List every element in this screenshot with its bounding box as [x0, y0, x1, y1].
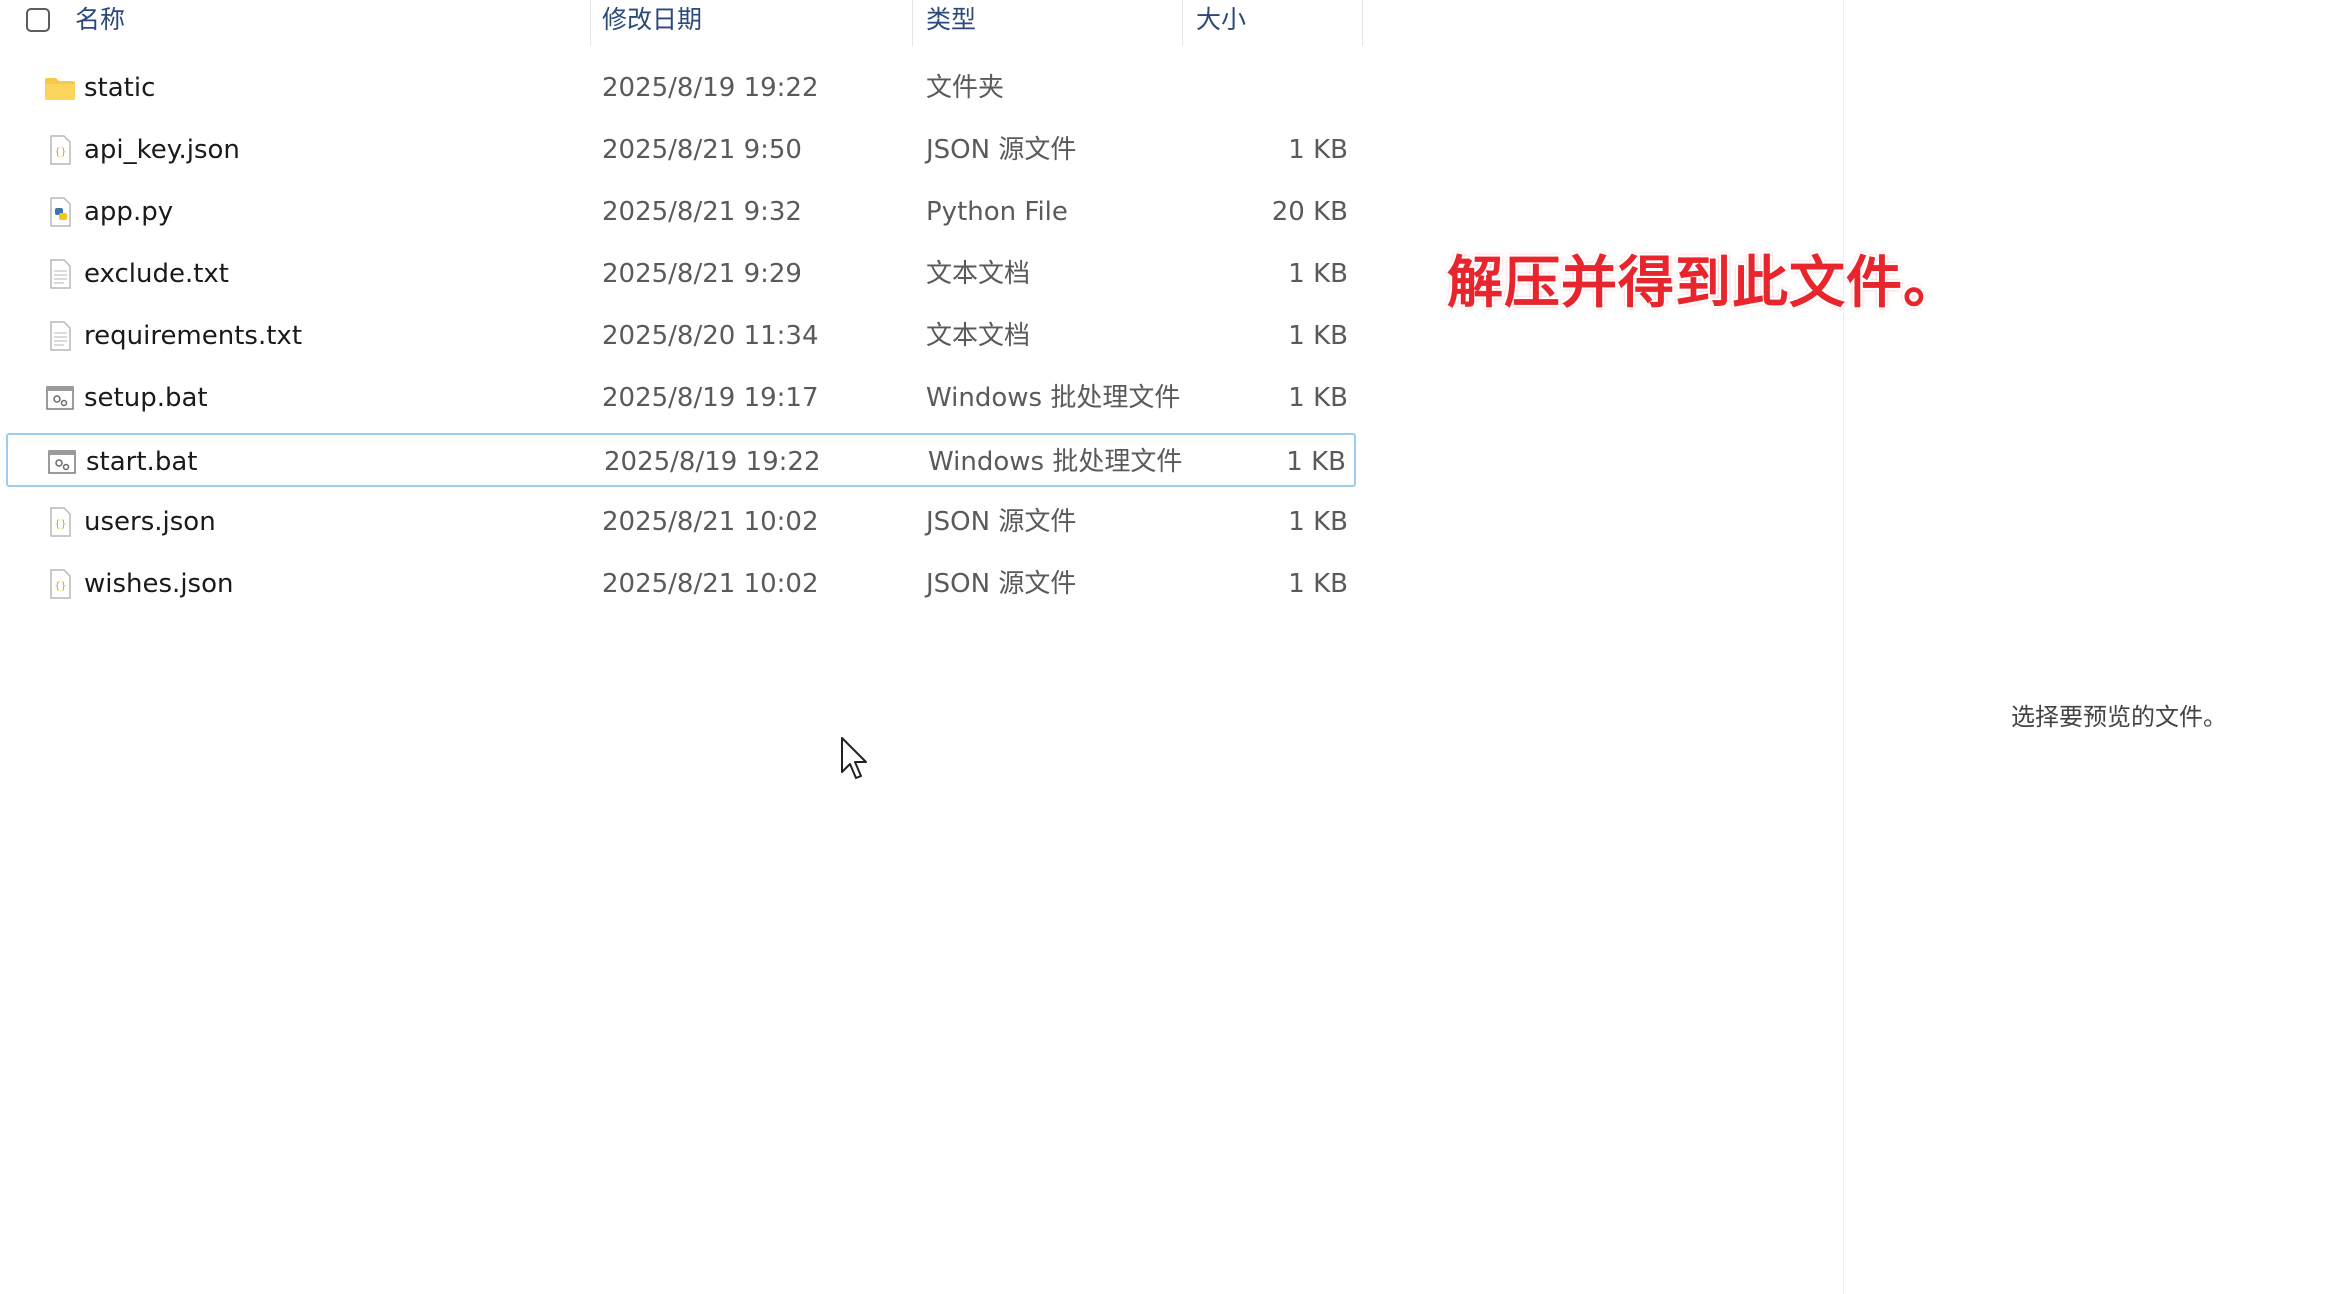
file-type: 文件夹 [926, 73, 1005, 103]
file-name: wishes.json [84, 569, 234, 599]
file-modified-date: 2025/8/21 9:29 [602, 259, 802, 289]
python-file-icon [44, 196, 76, 228]
file-type: JSON 源文件 [926, 135, 1077, 165]
file-size: 1 KB [1288, 383, 1348, 413]
file-size: 1 KB [1288, 507, 1348, 537]
json-file-icon: {} [44, 134, 76, 166]
file-type: Python File [926, 197, 1068, 227]
column-header-size[interactable]: 大小 [1196, 0, 1246, 46]
folder-icon [44, 72, 76, 104]
file-type: JSON 源文件 [926, 569, 1077, 599]
file-type: 文本文档 [926, 259, 1031, 289]
select-all-checkbox[interactable] [26, 8, 50, 32]
file-modified-date: 2025/8/21 10:02 [602, 569, 819, 599]
text-file-icon [44, 258, 76, 290]
file-modified-date: 2025/8/19 19:22 [602, 73, 819, 103]
file-row[interactable]: {} wishes.json 2025/8/21 10:02 JSON 源文件 1 KB [6, 557, 1356, 611]
svg-text:{}: {} [54, 581, 66, 592]
file-name: users.json [84, 507, 216, 537]
column-header-type[interactable]: 类型 [926, 0, 976, 46]
file-row[interactable]: start.bat 2025/8/19 19:22 Windows 批处理文件 1 K… [6, 433, 1356, 487]
file-name: requirements.txt [84, 321, 303, 351]
file-row[interactable]: static 2025/8/19 19:22 文件夹 [6, 61, 1356, 115]
file-name: start.bat [86, 447, 198, 477]
column-header-name[interactable]: 名称 [75, 0, 125, 46]
file-modified-date: 2025/8/20 11:34 [602, 321, 819, 351]
column-divider[interactable] [1362, 0, 1363, 46]
file-size: 20 KB [1271, 197, 1348, 227]
file-type: JSON 源文件 [926, 507, 1077, 537]
batch-file-icon [46, 446, 78, 478]
column-divider[interactable] [590, 0, 591, 46]
column-divider[interactable] [912, 0, 913, 46]
json-file-icon: {} [44, 506, 76, 538]
file-modified-date: 2025/8/19 19:17 [602, 383, 819, 413]
file-type: Windows 批处理文件 [928, 447, 1183, 477]
file-size: 1 KB [1286, 447, 1346, 477]
file-name: exclude.txt [84, 259, 230, 289]
preview-pane-divider[interactable] [1843, 0, 1844, 1294]
mouse-cursor-icon [841, 737, 867, 779]
column-header-bar: 名称 修改日期 类型 大小 [0, 0, 1365, 46]
json-file-icon: {} [44, 568, 76, 600]
file-name: static [84, 73, 156, 103]
file-name: app.py [84, 197, 174, 227]
file-row[interactable]: exclude.txt 2025/8/21 9:29 文本文档 1 KB [6, 247, 1356, 301]
column-header-date[interactable]: 修改日期 [602, 0, 702, 46]
file-name: setup.bat [84, 383, 208, 413]
batch-file-icon [44, 382, 76, 414]
file-row[interactable]: {} users.json 2025/8/21 10:02 JSON 源文件 1 KB [6, 495, 1356, 549]
file-name: api_key.json [84, 135, 240, 165]
file-size: 1 KB [1288, 135, 1348, 165]
annotation-text: 解压并得到此文件。 [1447, 250, 1960, 316]
svg-text:{}: {} [54, 147, 66, 158]
file-modified-date: 2025/8/21 9:32 [602, 197, 802, 227]
svg-text:{}: {} [54, 519, 66, 530]
file-modified-date: 2025/8/21 10:02 [602, 507, 819, 537]
file-row[interactable]: app.py 2025/8/21 9:32 Python File 20 KB [6, 185, 1356, 239]
file-type: 文本文档 [926, 321, 1031, 351]
preview-placeholder-text: 选择要预览的文件。 [2011, 703, 2227, 731]
file-row[interactable]: requirements.txt 2025/8/20 11:34 文本文档 1 KB [6, 309, 1356, 363]
file-modified-date: 2025/8/19 19:22 [604, 447, 821, 477]
file-modified-date: 2025/8/21 9:50 [602, 135, 802, 165]
column-divider[interactable] [1182, 0, 1183, 46]
file-size: 1 KB [1288, 321, 1348, 351]
file-size: 1 KB [1288, 569, 1348, 599]
text-file-icon [44, 320, 76, 352]
file-row[interactable]: setup.bat 2025/8/19 19:17 Windows 批处理文件 1 K… [6, 371, 1356, 425]
file-size: 1 KB [1288, 259, 1348, 289]
file-type: Windows 批处理文件 [926, 383, 1181, 413]
file-row[interactable]: {} api_key.json 2025/8/21 9:50 JSON 源文件 1 KB [6, 123, 1356, 177]
